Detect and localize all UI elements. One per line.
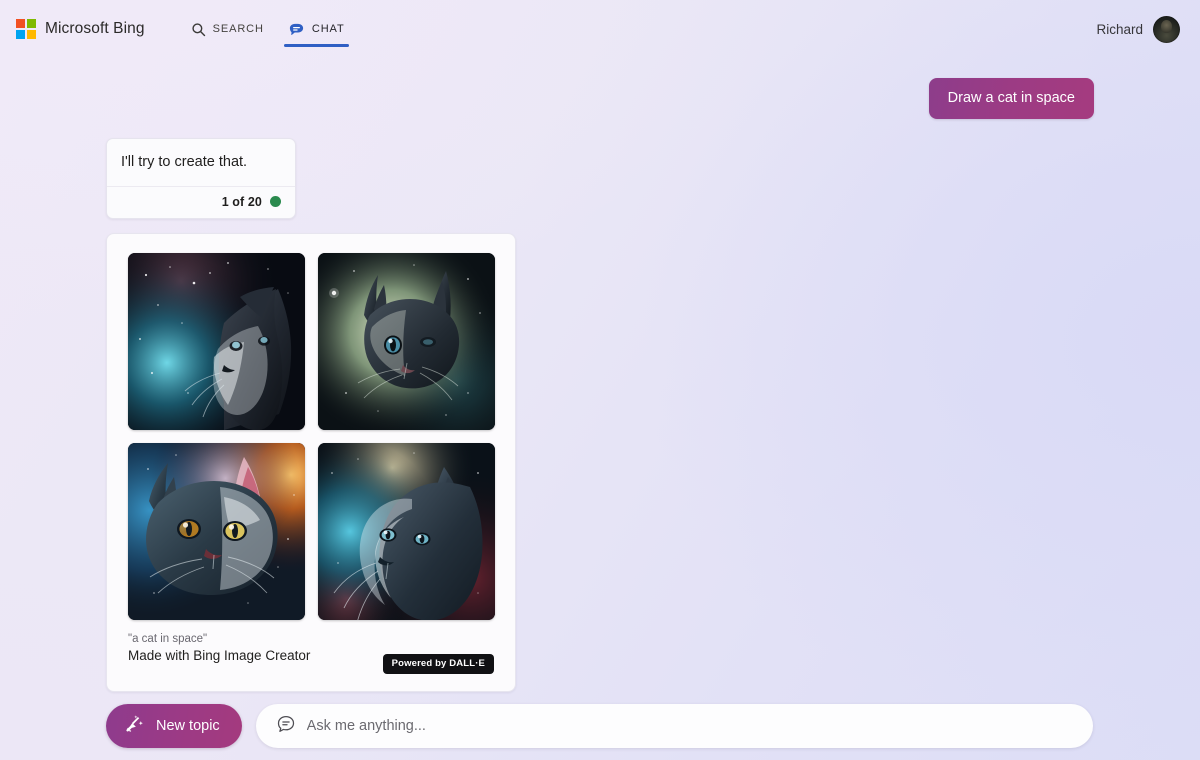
search-input[interactable] (306, 704, 1073, 748)
chat-bubble-icon (288, 21, 305, 38)
image-results-card: "a cat in space" Made with Bing Image Cr… (106, 232, 516, 692)
avatar[interactable] (1153, 15, 1180, 43)
bing-brand[interactable]: Microsoft Bing (8, 15, 153, 43)
tab-active-underline (283, 44, 349, 47)
top-header: Microsoft Bing SEARCH CHAT Richard (0, 0, 1200, 58)
green-status-dot (270, 196, 281, 208)
generated-image-3[interactable] (128, 442, 305, 620)
generated-image-1[interactable] (128, 252, 305, 430)
user-message-bubble: Draw a cat in space (928, 78, 1094, 120)
tab-search-label: SEARCH (212, 23, 264, 35)
brand-label: Microsoft Bing (45, 20, 145, 37)
user-account[interactable]: Richard (1096, 15, 1184, 43)
user-name-label: Richard (1096, 21, 1143, 37)
tab-chat-label: CHAT (311, 23, 345, 35)
generated-image-2[interactable] (318, 252, 495, 430)
chat-thread: Draw a cat in space I'll try to create t… (0, 58, 1200, 692)
image-results-row: "a cat in space" Made with Bing Image Cr… (106, 219, 1094, 692)
dalle-badge: Powered by DALL·E (382, 653, 494, 674)
image-card-footer: "a cat in space" Made with Bing Image Cr… (128, 633, 494, 677)
turn-counter: 1 of 20 (221, 194, 262, 209)
composer-input-wrapper[interactable] (255, 704, 1093, 748)
search-icon (191, 22, 206, 37)
prompt-quote: "a cat in space" (128, 632, 208, 645)
composer-bar: New topic (0, 692, 1200, 760)
microsoft-squares-icon (16, 19, 36, 39)
tab-chat[interactable]: CHAT (278, 0, 355, 58)
assistant-message-card: I'll try to create that. 1 of 20 (106, 138, 296, 219)
chat-bubble-lines-icon (276, 714, 296, 739)
new-topic-button[interactable]: New topic (106, 704, 242, 748)
generated-image-4[interactable] (318, 442, 495, 620)
nav-tabs: SEARCH CHAT (181, 0, 355, 58)
user-message-row: Draw a cat in space (106, 58, 1094, 120)
image-grid (128, 252, 495, 620)
assistant-message-meta: 1 of 20 (107, 185, 295, 218)
assistant-message-text: I'll try to create that. (121, 154, 248, 171)
new-topic-label: New topic (156, 718, 220, 734)
tab-search[interactable]: SEARCH (181, 0, 274, 58)
assistant-message-row: I'll try to create that. 1 of 20 (106, 119, 1094, 219)
broom-sparkle-icon (124, 714, 145, 739)
